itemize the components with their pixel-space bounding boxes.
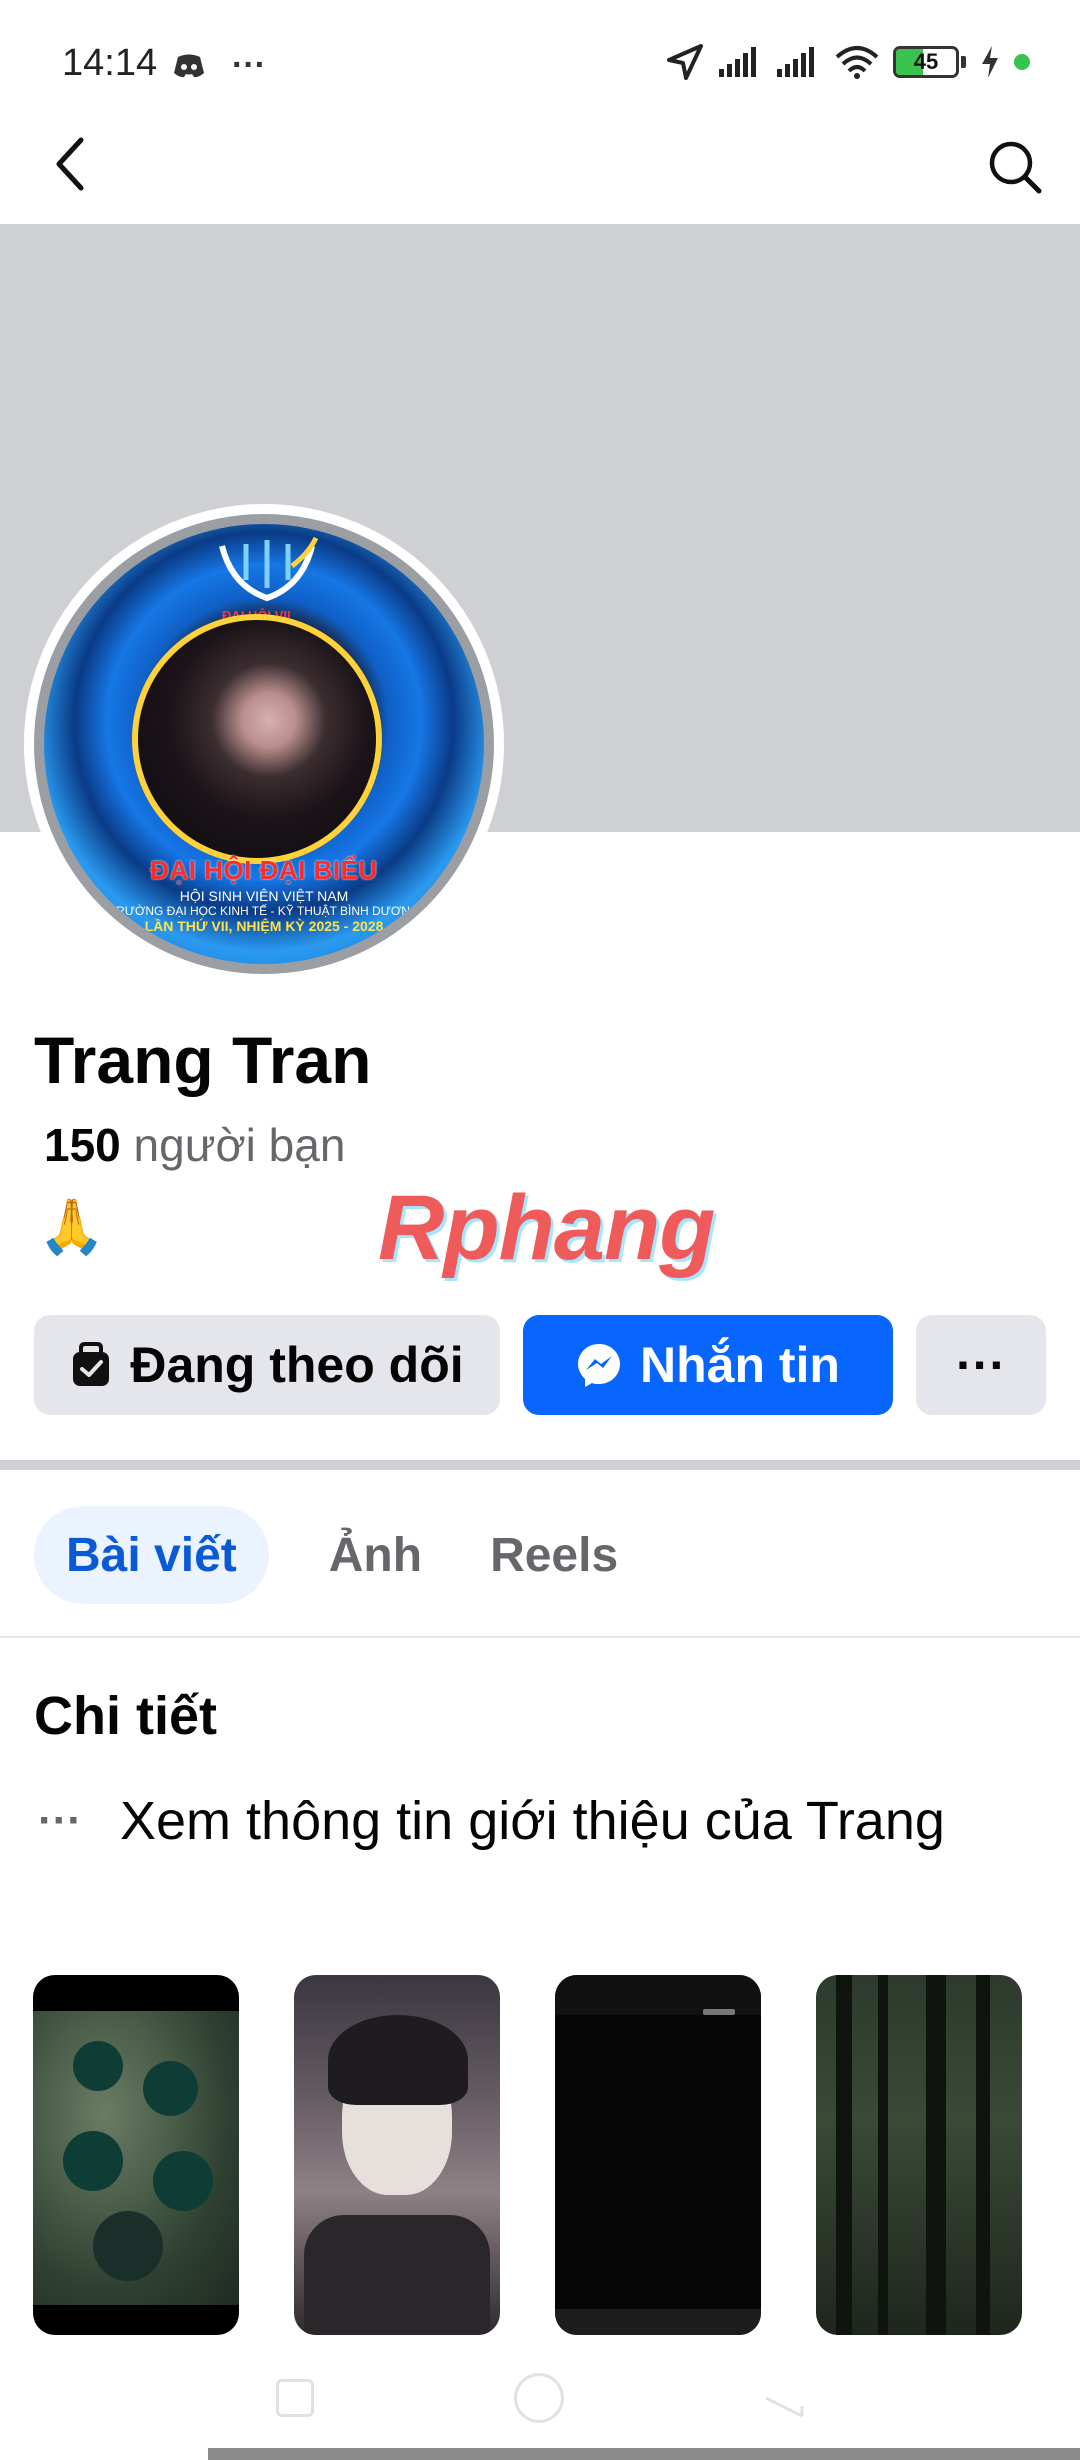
signal-icon xyxy=(719,47,756,77)
featured-thumbnail[interactable] xyxy=(816,1975,1022,2335)
more-options-button[interactable]: ··· xyxy=(916,1315,1046,1415)
watermark-logo: Rphang xyxy=(378,1176,715,1281)
thumbnail-figure xyxy=(93,2211,163,2281)
battery-cap xyxy=(961,56,966,68)
back-arrow-icon xyxy=(56,137,84,191)
thumbnail-image xyxy=(33,2011,239,2305)
ribbon-line-4: LẦN THỨ VII, NHIỆM KỲ 2025 - 2028 xyxy=(144,918,384,934)
avatar-ring: ĐẠI HỘI VII ĐẠI HỘI ĐẠI BIỂU HỘI SINH VI… xyxy=(34,514,494,974)
home-button[interactable] xyxy=(514,2373,564,2423)
tabs-divider xyxy=(0,1636,1080,1638)
featured-thumbnail[interactable] xyxy=(33,1975,239,2335)
ribbon-line-1: ĐẠI HỘI ĐẠI BIỂU xyxy=(150,855,378,885)
thumbnail-figure xyxy=(73,2041,123,2091)
search-icon xyxy=(989,141,1042,194)
battery-icon: 45 xyxy=(893,46,959,78)
wifi-icon xyxy=(835,46,879,79)
thumbnail-hair xyxy=(328,2015,468,2105)
featured-thumbnail[interactable] xyxy=(294,1975,500,2335)
charging-icon xyxy=(982,46,998,78)
following-button[interactable]: Đang theo dõi xyxy=(34,1315,500,1415)
ribbon-line-2: HỘI SINH VIÊN VIỆT NAM xyxy=(179,888,349,904)
bio-emoji: 🙏 xyxy=(38,1197,106,1257)
congress-logo-icon xyxy=(219,536,319,602)
see-intro-row[interactable]: ··· Xem thông tin giới thiệu của Trang xyxy=(38,1790,945,1852)
thumbnail-trunk xyxy=(878,1975,888,2335)
system-back-icon[interactable] xyxy=(764,2378,804,2418)
more-notifications-icon: ··· xyxy=(232,46,266,84)
thumbnail-figure xyxy=(63,2131,123,2191)
tab-posts[interactable]: Bài viết xyxy=(34,1506,269,1604)
thumbnail-trunk xyxy=(976,1975,990,2335)
featured-thumbnails xyxy=(33,1975,1022,2335)
friends-count-number: 150 xyxy=(44,1119,121,1171)
details-title: Chi tiết xyxy=(34,1686,217,1746)
battery-level: 45 xyxy=(913,49,939,74)
back-button[interactable] xyxy=(40,132,100,196)
search-button[interactable] xyxy=(980,132,1050,202)
thumbnail-ticker xyxy=(703,2009,735,2015)
status-notification-icons: ··· xyxy=(172,46,266,85)
message-button[interactable]: Nhắn tin xyxy=(523,1315,893,1415)
system-navigation-bar xyxy=(0,2336,1080,2460)
ribbon-line-3: TRƯỜNG ĐẠI HỌC KINH TẾ - KỸ THUẬT BÌNH D… xyxy=(108,904,420,918)
featured-thumbnail[interactable] xyxy=(555,1975,761,2335)
thumbnail-figure xyxy=(153,2151,213,2211)
see-intro-text: Xem thông tin giới thiệu của Trang xyxy=(120,1791,945,1851)
thumbnail-trunk xyxy=(926,1975,946,2335)
profile-name: Trang Tran xyxy=(34,1023,372,1097)
thumbnail-trunk xyxy=(836,1975,852,2335)
thumbnail-figure xyxy=(143,2061,198,2116)
discord-icon xyxy=(174,54,204,77)
signal-icon xyxy=(777,47,814,77)
section-divider xyxy=(0,1460,1080,1470)
following-label: Đang theo dõi xyxy=(130,1337,464,1393)
friends-count[interactable]: 150 người bạn xyxy=(44,1118,345,1172)
status-system-icons: 45 xyxy=(665,42,1030,82)
avatar-frame: ĐẠI HỘI VII ĐẠI HỘI ĐẠI BIỂU HỘI SINH VI… xyxy=(44,524,484,964)
watermark-text: Rphang xyxy=(378,1177,715,1279)
friends-count-label: người bạn xyxy=(133,1119,346,1171)
tab-reels[interactable]: Reels xyxy=(482,1506,626,1604)
thumbnail-bottom-bar xyxy=(555,2309,761,2335)
profile-tabs: Bài viết Ảnh Reels xyxy=(34,1506,626,1604)
message-label: Nhắn tin xyxy=(640,1337,840,1393)
avatar-photo xyxy=(132,614,382,864)
status-time: 14:14 xyxy=(62,42,158,84)
profile-avatar[interactable]: ĐẠI HỘI VII ĐẠI HỘI ĐẠI BIỂU HỘI SINH VI… xyxy=(24,504,504,984)
location-icon xyxy=(667,44,703,80)
avatar-frame-ribbon: ĐẠI HỘI ĐẠI BIỂU HỘI SINH VIÊN VIỆT NAM … xyxy=(44,855,484,934)
tab-photos[interactable]: Ảnh xyxy=(321,1506,430,1604)
recent-apps-button[interactable] xyxy=(276,2379,314,2417)
following-icon xyxy=(73,1342,110,1386)
more-dots-icon: ··· xyxy=(38,1796,82,1845)
thumbnail-body xyxy=(304,2215,490,2335)
messenger-icon xyxy=(578,1344,620,1387)
more-options-icon: ··· xyxy=(956,1337,1006,1393)
status-bar: 14:14 ··· 45 xyxy=(0,0,1080,128)
home-indicator xyxy=(208,2448,1080,2460)
privacy-indicator-dot xyxy=(1014,54,1030,70)
